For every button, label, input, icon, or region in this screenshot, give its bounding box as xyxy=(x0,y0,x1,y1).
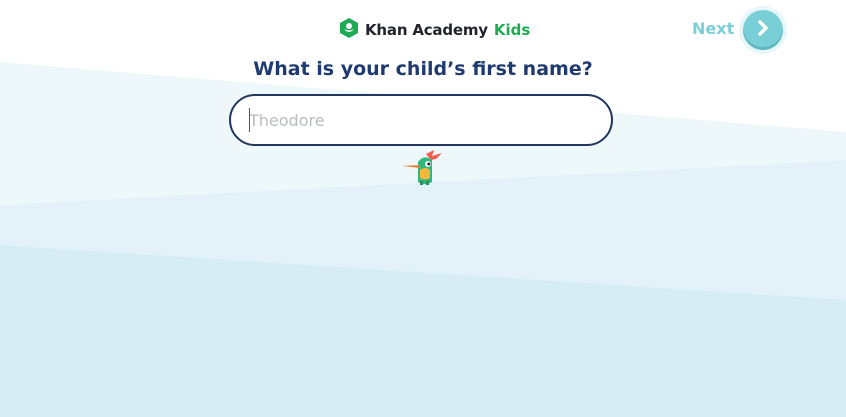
hexagon-leaf-icon xyxy=(339,17,359,43)
brand-logo: Khan Academy Kids xyxy=(339,18,530,42)
next-button[interactable] xyxy=(739,6,787,54)
bird-mascot-icon xyxy=(398,148,448,186)
brand-kids: Kids xyxy=(493,21,531,39)
chevron-right-icon xyxy=(755,19,771,41)
child-name-input[interactable] xyxy=(229,94,613,146)
text-caret xyxy=(249,108,250,132)
brand-name: Khan Academy xyxy=(365,21,488,39)
page-title: What is your child’s first name? xyxy=(253,58,593,80)
next-label[interactable]: Next xyxy=(692,19,734,38)
